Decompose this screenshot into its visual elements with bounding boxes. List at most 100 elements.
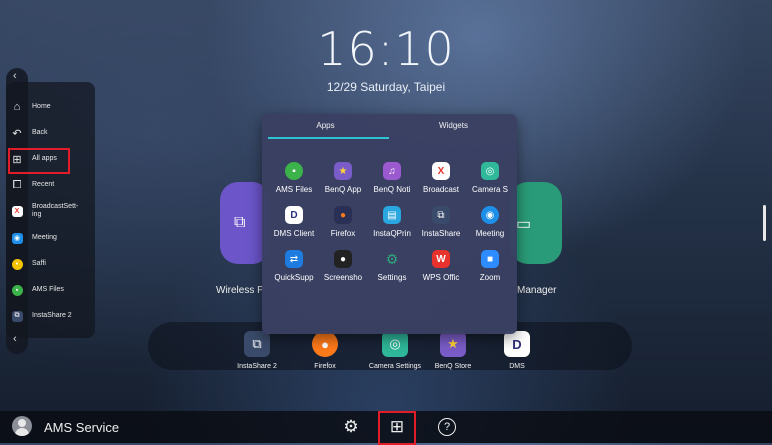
store-icon: ★ xyxy=(440,331,466,357)
app-wps-office[interactable]: W WPS Offic xyxy=(415,250,467,282)
app-benq-app-store[interactable]: ★ BenQ App xyxy=(317,162,369,194)
user-name[interactable]: AMS Service xyxy=(44,420,119,435)
app-broadcast[interactable]: X Broadcast xyxy=(415,162,467,194)
zoom-icon: ■ xyxy=(481,250,499,268)
app-label: WPS Offic xyxy=(422,273,460,282)
chevron-left-icon[interactable]: ‹ xyxy=(13,333,17,345)
firefox-icon: ● xyxy=(312,331,338,357)
app-label: InstaShare xyxy=(421,229,461,238)
sidebar-item-home[interactable]: ⌂ Home xyxy=(10,97,95,117)
dms-client-icon: D xyxy=(285,206,303,224)
app-instashare[interactable]: ⧉ InstaShare xyxy=(415,206,467,238)
back-icon: ↶ xyxy=(12,127,22,140)
benq-notification-icon: ♫ xyxy=(383,162,401,180)
sidebar-item-label: Recent xyxy=(32,181,55,188)
dock-item-label: BenQ Store xyxy=(434,363,472,370)
wps-office-icon: W xyxy=(432,250,450,268)
apps-popup: Apps Widgets ▪ AMS Files ★ BenQ App ♫ Be… xyxy=(262,114,517,334)
settings-gear-icon[interactable]: ⚙ xyxy=(340,416,362,438)
app-label: Meeting xyxy=(475,229,505,238)
all-apps-taskbar-highlight xyxy=(378,411,416,445)
tab-apps[interactable]: Apps xyxy=(262,114,389,138)
active-tab-indicator xyxy=(268,137,389,139)
app-label: AMS Files xyxy=(275,185,313,194)
all-apps-highlight xyxy=(8,148,70,174)
app-label: Settings xyxy=(377,273,407,282)
folder-icon: ▭ xyxy=(516,216,532,233)
app-label: Zoom xyxy=(479,273,501,282)
camera-icon: ◎ xyxy=(382,331,408,357)
sidebar-item-instashare[interactable]: ⧉ InstaShare 2 xyxy=(10,306,95,326)
instaqprint-icon: ▤ xyxy=(383,206,401,224)
app-camera-settings[interactable]: ◎ Camera S xyxy=(464,162,516,194)
sidebar-item-saffi[interactable]: • Saffi xyxy=(10,254,95,274)
sidebar-item-label: Home xyxy=(32,103,51,110)
app-zoom[interactable]: ■ Zoom xyxy=(464,250,516,282)
home-icon: ⌂ xyxy=(13,101,21,113)
page-scroll-indicator[interactable] xyxy=(763,205,766,241)
sidebar-item-ams-files[interactable]: ▪ AMS Files xyxy=(10,280,95,300)
app-label: Broadcast xyxy=(422,185,460,194)
instashare-icon: ⧉ xyxy=(10,309,24,323)
app-benq-notification[interactable]: ♫ BenQ Noti xyxy=(366,162,418,194)
dock-item-label: InstaShare 2 xyxy=(237,363,277,370)
camera-settings-icon: ◎ xyxy=(481,162,499,180)
file-manager-tile-label: Manager xyxy=(517,285,557,296)
app-label: InstaQPrin xyxy=(373,229,411,238)
instashare-icon: ⧉ xyxy=(432,206,450,224)
sidebar-item-label: BroadcastSett- ing xyxy=(32,203,79,218)
dock-item-dms[interactable]: D DMS xyxy=(482,331,552,370)
app-screenshot[interactable]: ● Screensho xyxy=(317,250,369,282)
dock-item-label: DMS xyxy=(509,363,525,370)
saffi-icon: • xyxy=(10,257,24,271)
sidebar-item-back[interactable]: ↶ Back xyxy=(10,123,95,143)
dock-item-firefox[interactable]: ● Firefox xyxy=(290,331,360,370)
benq-app-store-icon: ★ xyxy=(334,162,352,180)
user-avatar-icon[interactable] xyxy=(12,416,32,436)
app-label: BenQ Noti xyxy=(373,185,411,194)
sidebar-item-meeting[interactable]: ◉ Meeting xyxy=(10,228,95,248)
dock-item-instashare[interactable]: ⧉ InstaShare 2 xyxy=(222,331,292,370)
taskbar: AMS Service ⚙ ⊞ ? xyxy=(0,411,772,445)
app-firefox[interactable]: ● Firefox xyxy=(317,206,369,238)
firefox-icon: ● xyxy=(334,206,352,224)
ams-files-icon: ▪ xyxy=(285,162,303,180)
app-ams-files[interactable]: ▪ AMS Files xyxy=(268,162,320,194)
app-dms-client[interactable]: D DMS Client xyxy=(268,206,320,238)
app-instaqprint[interactable]: ▤ InstaQPrin xyxy=(366,206,418,238)
meeting-icon: ◉ xyxy=(10,231,24,245)
sidebar-item-label: AMS Files xyxy=(32,286,64,293)
meeting-icon: ◉ xyxy=(481,206,499,224)
app-label: Screensho xyxy=(323,273,363,282)
app-label: QuickSupp xyxy=(274,273,314,282)
app-settings[interactable]: ⚙ Settings xyxy=(366,250,418,283)
sidebar-item-label: Meeting xyxy=(32,234,57,241)
app-label: Camera S xyxy=(471,185,508,194)
broadcast-icon: X xyxy=(432,162,450,180)
clock-time: 16:10 xyxy=(317,22,455,76)
sidebar-item-label: InstaShare 2 xyxy=(32,312,72,319)
wireless-tile-label: Wireless P xyxy=(216,285,264,296)
app-label: Firefox xyxy=(330,229,356,238)
sidebar-item-label: Back xyxy=(32,129,48,136)
app-label: DMS Client xyxy=(273,229,315,238)
sidebar-item-label: Saffi xyxy=(32,260,46,267)
app-meeting[interactable]: ◉ Meeting xyxy=(464,206,516,238)
file-manager-tile[interactable]: ▭ xyxy=(510,182,562,264)
dms-icon: D xyxy=(504,331,530,357)
dock-item-label: Firefox xyxy=(314,363,336,370)
settings-gear-icon: ⚙ xyxy=(385,250,399,267)
sidebar-item-broadcast-settings[interactable]: X BroadcastSett- ing xyxy=(10,201,95,221)
chevron-left-icon[interactable]: ‹ xyxy=(13,70,17,82)
help-icon[interactable]: ? xyxy=(436,416,458,438)
screenshot-icon: ● xyxy=(334,250,352,268)
cast-icon: ⧉ xyxy=(234,214,246,231)
app-quicksupport[interactable]: ⇄ QuickSupp xyxy=(268,250,320,282)
sidebar-item-recent[interactable]: ⧠ Recent xyxy=(10,175,95,195)
tab-widgets[interactable]: Widgets xyxy=(390,114,517,138)
recent-icon: ⧠ xyxy=(12,178,22,191)
app-label: BenQ App xyxy=(324,185,362,194)
quicksupport-icon: ⇄ xyxy=(285,250,303,268)
dock-item-benq-store[interactable]: ★ BenQ Store xyxy=(418,331,488,370)
broadcast-settings-icon: X xyxy=(10,204,24,218)
